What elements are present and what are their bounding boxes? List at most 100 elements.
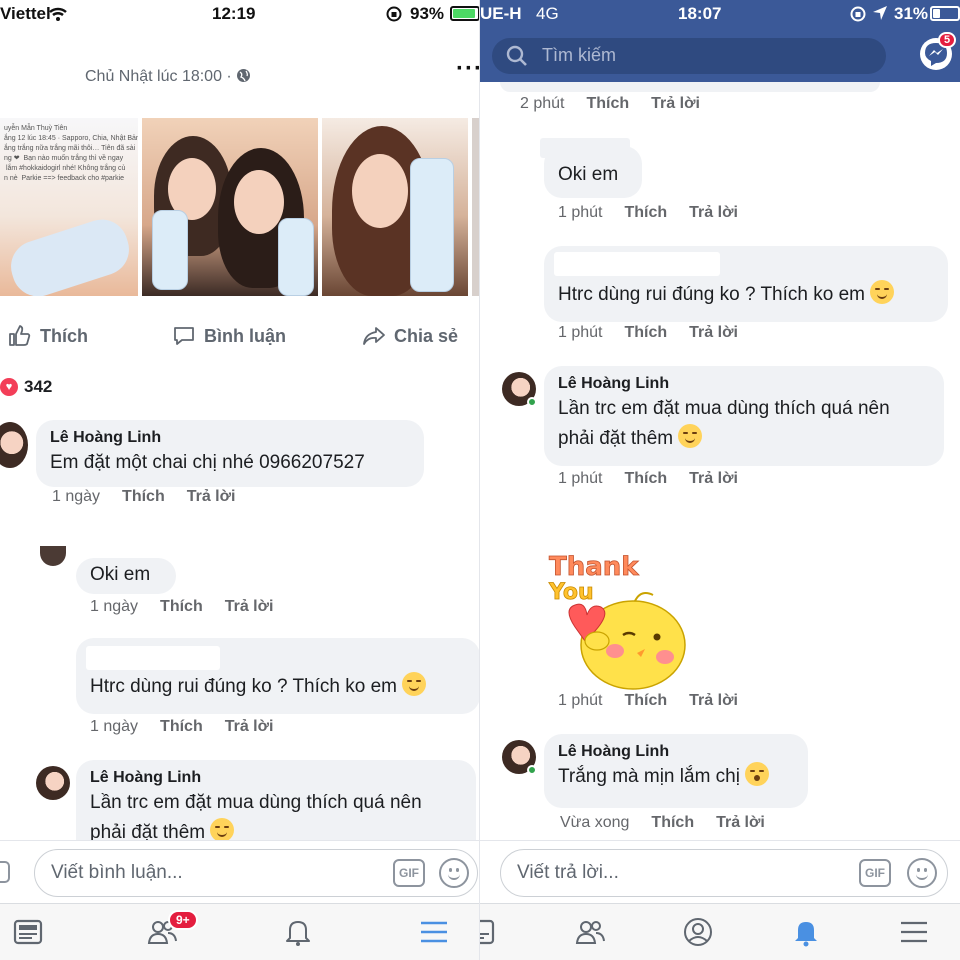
clock: 18:07 xyxy=(678,4,722,23)
notifications-tab-icon[interactable] xyxy=(282,916,314,948)
reply-like-button[interactable]: Thích xyxy=(160,718,203,736)
heart-icon: ♥ xyxy=(0,378,18,396)
battery-icon xyxy=(930,6,960,21)
comment-button[interactable]: Bình luận xyxy=(172,324,286,348)
search-bar[interactable]: Tìm kiếm xyxy=(492,38,886,74)
avatar[interactable] xyxy=(502,372,537,407)
reply-text: Htrc dùng rui đúng ko ? Thích ko em xyxy=(558,284,865,305)
share-button[interactable]: Chia sẻ xyxy=(362,324,458,348)
reply-reply-button[interactable]: Trả lời xyxy=(225,598,274,616)
reply-reply-button[interactable]: Trả lời xyxy=(689,204,738,222)
sticker-text-line2: You xyxy=(548,580,594,605)
news-feed-tab-icon[interactable] xyxy=(12,916,44,948)
reply-reply-button[interactable]: Trả lời xyxy=(689,324,738,342)
share-label: Chia sẻ xyxy=(394,325,459,346)
comment-meta: 1 ngày Thích Trả lời xyxy=(52,488,235,506)
gif-button[interactable]: GIF xyxy=(859,859,891,887)
reply-time: Vừa xong xyxy=(560,814,630,831)
avatar[interactable] xyxy=(40,546,66,566)
reply-like-button[interactable]: Thích xyxy=(624,204,667,222)
comment-reply-button[interactable]: Trả lời xyxy=(187,488,236,506)
relieved-emoji-icon xyxy=(678,424,703,448)
comment-input[interactable]: Viết bình luận... GIF xyxy=(34,849,478,897)
relieved-emoji-icon xyxy=(402,672,427,696)
thank-you-sticker[interactable]: Thank You xyxy=(545,545,695,690)
reply-time: 1 ngày xyxy=(90,718,139,735)
reply-time: 1 phút xyxy=(558,324,603,341)
facebook-header: UE-H 4G 18:07 31% Tìm kiếm 5 xyxy=(480,0,960,82)
post-photo-screenshot[interactable]: uyễn Mẫn Thuỳ Tiên ắng 12 lúc 18:45 · Sa… xyxy=(0,118,138,296)
comment-author[interactable]: Lê Hoàng Linh xyxy=(50,428,410,448)
reply-reply-button[interactable]: Trả lời xyxy=(689,470,738,488)
redacted-name xyxy=(76,540,196,558)
post-action-bar: Thích Bình luận Chia sẻ xyxy=(0,318,480,354)
status-bar: UE-H 4G 18:07 31% xyxy=(480,0,960,28)
comment-like-button[interactable]: Thích xyxy=(586,95,629,113)
profile-tab-icon[interactable] xyxy=(682,916,714,948)
reply-text-line1: Lần trc em đặt mua dùng thích quá nên xyxy=(558,398,890,419)
notifications-tab-icon[interactable] xyxy=(790,916,822,948)
avatar[interactable] xyxy=(502,740,537,775)
avatar[interactable] xyxy=(0,422,28,468)
sticker-time: 1 phút xyxy=(558,692,603,709)
search-placeholder: Tìm kiếm xyxy=(542,45,616,65)
reaction-summary[interactable]: ♥ 342 xyxy=(0,377,52,397)
reply-meta: Vừa xong Thích Trả lời xyxy=(560,814,765,832)
menu-tab-icon[interactable] xyxy=(898,916,930,948)
location-arrow-icon xyxy=(873,6,887,20)
camera-icon[interactable] xyxy=(0,861,10,883)
comment-bubble: Lê Hoàng Linh Em đặt một chai chị nhé 09… xyxy=(36,420,424,487)
reply-author[interactable]: Lê Hoàng Linh xyxy=(558,742,794,762)
messenger-badge: 5 xyxy=(938,32,957,48)
post-photo-two-women[interactable] xyxy=(142,118,318,296)
relieved-emoji-icon xyxy=(870,280,895,304)
reply-bubble: Oki em xyxy=(544,146,642,198)
product-bottle-image xyxy=(4,212,136,296)
comment-icon xyxy=(174,327,194,345)
redacted-name xyxy=(86,646,220,670)
reply-like-button[interactable]: Thích xyxy=(160,598,203,616)
battery-percent: 31% xyxy=(894,4,929,23)
post-timestamp: Chủ Nhật lúc 18:00 · xyxy=(85,68,251,86)
reply-reply-button[interactable]: Trả lời xyxy=(225,718,274,736)
reply-like-button[interactable]: Thích xyxy=(624,470,667,488)
clock: 12:19 xyxy=(212,4,256,23)
reply-text: Htrc dùng rui đúng ko ? Thích ko em xyxy=(90,676,397,697)
sticker-meta: 1 phút Thích Trả lời xyxy=(558,692,738,710)
battery-icon xyxy=(450,6,480,21)
reply-like-button[interactable]: Thích xyxy=(651,814,694,832)
comment-input-placeholder: Viết bình luận... xyxy=(51,862,183,883)
shushing-face-emoji-icon xyxy=(745,762,770,786)
network-label: 4G xyxy=(536,4,559,23)
reply-reply-button[interactable]: Trả lời xyxy=(716,814,765,832)
comment-like-button[interactable]: Thích xyxy=(122,488,165,506)
emoji-button[interactable] xyxy=(907,858,937,888)
post-photo-woman-with-bottle[interactable] xyxy=(322,118,468,296)
reply-like-button[interactable]: Thích xyxy=(624,324,667,342)
news-feed-tab-icon[interactable] xyxy=(480,916,496,948)
more-options-icon[interactable]: ··· xyxy=(456,55,480,83)
thumbs-up-icon xyxy=(9,325,31,346)
sticker-like-button[interactable]: Thích xyxy=(624,692,667,710)
reply-author[interactable]: Lê Hoàng Linh xyxy=(558,374,930,394)
messenger-button[interactable]: 5 xyxy=(920,32,957,70)
reply-input[interactable]: Viết trả lời... GIF xyxy=(500,849,948,897)
gif-button[interactable]: GIF xyxy=(393,859,425,887)
avatar[interactable] xyxy=(36,766,70,800)
comment-reply-button[interactable]: Trả lời xyxy=(651,95,700,113)
friends-tab-icon[interactable] xyxy=(574,916,606,948)
right-screenshot: UE-H 4G 18:07 31% Tìm kiếm 5 2 phút Thíc… xyxy=(480,0,960,960)
relieved-emoji-icon xyxy=(210,818,235,842)
post-photo-grid[interactable]: uyễn Mẫn Thuỳ Tiên ắng 12 lúc 18:45 · Sa… xyxy=(0,118,480,298)
comment-bubble-tail xyxy=(500,82,880,92)
like-button[interactable]: Thích xyxy=(8,324,88,348)
carrier-label: Viettel xyxy=(0,4,51,23)
menu-tab-icon[interactable] xyxy=(418,916,450,948)
status-bar: Viettel 12:19 93% xyxy=(0,0,480,28)
search-icon xyxy=(506,45,527,66)
redacted-name xyxy=(554,252,720,276)
reply-author[interactable]: Lê Hoàng Linh xyxy=(90,768,462,788)
bottom-tab-bar xyxy=(480,903,960,960)
sticker-reply-button[interactable]: Trả lời xyxy=(689,692,738,710)
emoji-button[interactable] xyxy=(439,858,469,888)
